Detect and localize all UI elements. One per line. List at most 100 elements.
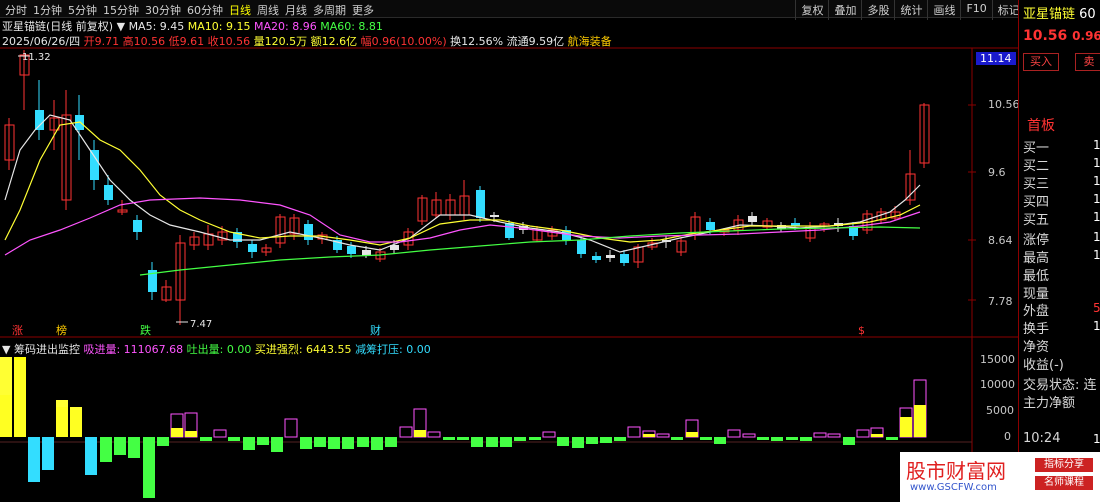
sell-button[interactable]: 卖 xyxy=(1075,53,1100,71)
indicator-bar xyxy=(529,437,541,440)
indicator-bar xyxy=(627,426,641,438)
indicator-bar xyxy=(700,437,712,440)
indicator-bar xyxy=(886,437,898,440)
vol-axis-2: 10000 xyxy=(980,378,1015,391)
quote-row-value: 1 xyxy=(1093,192,1100,206)
indicator-bar xyxy=(371,437,383,450)
indicator-bar-strong xyxy=(14,360,26,437)
indicator-bar xyxy=(500,437,512,447)
candle-body xyxy=(606,255,615,258)
quote-row-label: 收益(-) xyxy=(1023,358,1064,373)
indicator-bar xyxy=(128,437,140,458)
quote-row-value: 1 xyxy=(1093,174,1100,188)
indicator-bar xyxy=(827,433,841,438)
kline-chart[interactable]: 11.32 7.47 涨 榜 跌 财 $ xyxy=(0,0,1018,502)
quote-panel: 亚星锚链 60 10.56 0.96 买入 卖 首板 买一 1 买二 1 买三 1 买四 1 买… xyxy=(1018,0,1100,502)
indicator-bar xyxy=(271,437,283,452)
indicator-bar xyxy=(257,437,269,445)
quote-row-value: 12. xyxy=(1093,319,1100,333)
event-marker: 榜 xyxy=(56,323,67,337)
axis-price-3: 8.64 xyxy=(988,234,1013,247)
indicator-bar xyxy=(457,437,469,440)
axis-price-1: 10.56 xyxy=(988,98,1020,111)
indicator-bar xyxy=(385,437,397,447)
indicator-bar xyxy=(228,437,240,441)
indicator-bar xyxy=(427,431,441,438)
quote-row-label: 买四 xyxy=(1023,195,1050,210)
event-marker: 涨 xyxy=(12,324,23,337)
indicator-bar xyxy=(671,437,683,440)
vol-axis-3: 5000 xyxy=(986,404,1014,417)
indicator-bar xyxy=(514,437,526,441)
candle-body xyxy=(706,222,715,230)
indicator-bar xyxy=(771,437,783,441)
indicator-bar xyxy=(856,429,870,438)
indicator-bar xyxy=(800,437,812,441)
indicator-b: 吐出量: 0.00 xyxy=(186,343,252,356)
indicator-bar xyxy=(314,437,326,447)
candle-body xyxy=(248,244,257,252)
quote-row-label: 交易状态: 连 xyxy=(1023,378,1097,393)
indicator-bar xyxy=(843,437,855,445)
quote-row-label: 买二 xyxy=(1023,159,1050,174)
stock-price: 10.56 0.96 xyxy=(1023,28,1100,44)
high-annotation: 11.32 xyxy=(22,52,51,63)
quote-row-value: 1 xyxy=(1093,138,1100,152)
board-tag: 首板 xyxy=(1027,118,1055,134)
indicator-bar xyxy=(114,437,126,455)
candle-body xyxy=(304,224,313,240)
indicator-bar xyxy=(600,437,612,443)
axis-top-price: 11.14 xyxy=(976,52,1016,65)
indicator-bar xyxy=(328,437,340,449)
candle-body xyxy=(505,223,514,238)
ma10-line xyxy=(4,121,921,246)
candle-body xyxy=(133,220,142,232)
low-annotation: 7.47 xyxy=(190,319,212,330)
indicator-bar xyxy=(85,437,97,475)
indicator-bar xyxy=(714,437,726,444)
quote-row-label: 最低 xyxy=(1023,269,1050,284)
candle-body xyxy=(620,254,629,263)
indicator-bar xyxy=(486,437,498,447)
indicator-bar-strong xyxy=(900,417,912,437)
indicator-bar xyxy=(542,431,556,438)
indicator-bar-strong xyxy=(185,431,197,437)
candle-body xyxy=(90,150,99,180)
candle-body xyxy=(347,246,356,254)
indicator-bar xyxy=(656,433,670,438)
indicator-bar-strong xyxy=(914,405,926,437)
candle-body xyxy=(577,240,586,254)
candle-body xyxy=(592,256,601,260)
quote-row-value: 514 xyxy=(1093,301,1100,315)
indicator-header: ▼ 筹码进出监控 吸进量: 111067.68 吐出量: 0.00 买进强烈: … xyxy=(2,341,431,357)
quote-row-label: 买三 xyxy=(1023,177,1050,192)
indicator-bar-strong xyxy=(171,428,183,437)
indicator-bar xyxy=(443,437,455,440)
vol-axis-1: 15000 xyxy=(980,353,1015,366)
candle-body xyxy=(35,110,44,130)
quote-row-label: 外盘 xyxy=(1023,304,1050,319)
watermark: 股市财富网 www.GSCFW.com 指标分享 名师课程 xyxy=(900,452,1100,502)
axis-price-4: 7.78 xyxy=(988,295,1013,308)
quote-row-label: 涨停 xyxy=(1023,233,1050,248)
indicator-bar xyxy=(757,437,769,440)
candle-body xyxy=(476,190,485,218)
event-marker: 财 xyxy=(370,323,381,337)
axis-price-2: 9.6 xyxy=(988,166,1006,179)
buy-button[interactable]: 买入 xyxy=(1023,53,1059,71)
indicator-bar xyxy=(557,437,569,446)
watermark-tag-1: 指标分享 xyxy=(1035,458,1093,472)
indicator-bar xyxy=(727,429,741,438)
quote-row-label: 买五 xyxy=(1023,213,1050,228)
indicator-bar xyxy=(42,437,54,470)
indicator-collapse-icon[interactable]: ▼ xyxy=(2,343,10,356)
candle-body xyxy=(104,185,113,200)
quote-row-value: 1 xyxy=(1093,230,1100,244)
indicator-bar xyxy=(100,437,112,462)
quote-row-value: 1 xyxy=(1093,156,1100,170)
indicator-bar xyxy=(342,437,354,449)
indicator-bar xyxy=(742,433,756,438)
watermark-url: www.GSCFW.com xyxy=(910,482,997,493)
stock-name: 亚星锚链 60 xyxy=(1023,7,1096,22)
watermark-tag-2: 名师课程 xyxy=(1035,476,1093,490)
